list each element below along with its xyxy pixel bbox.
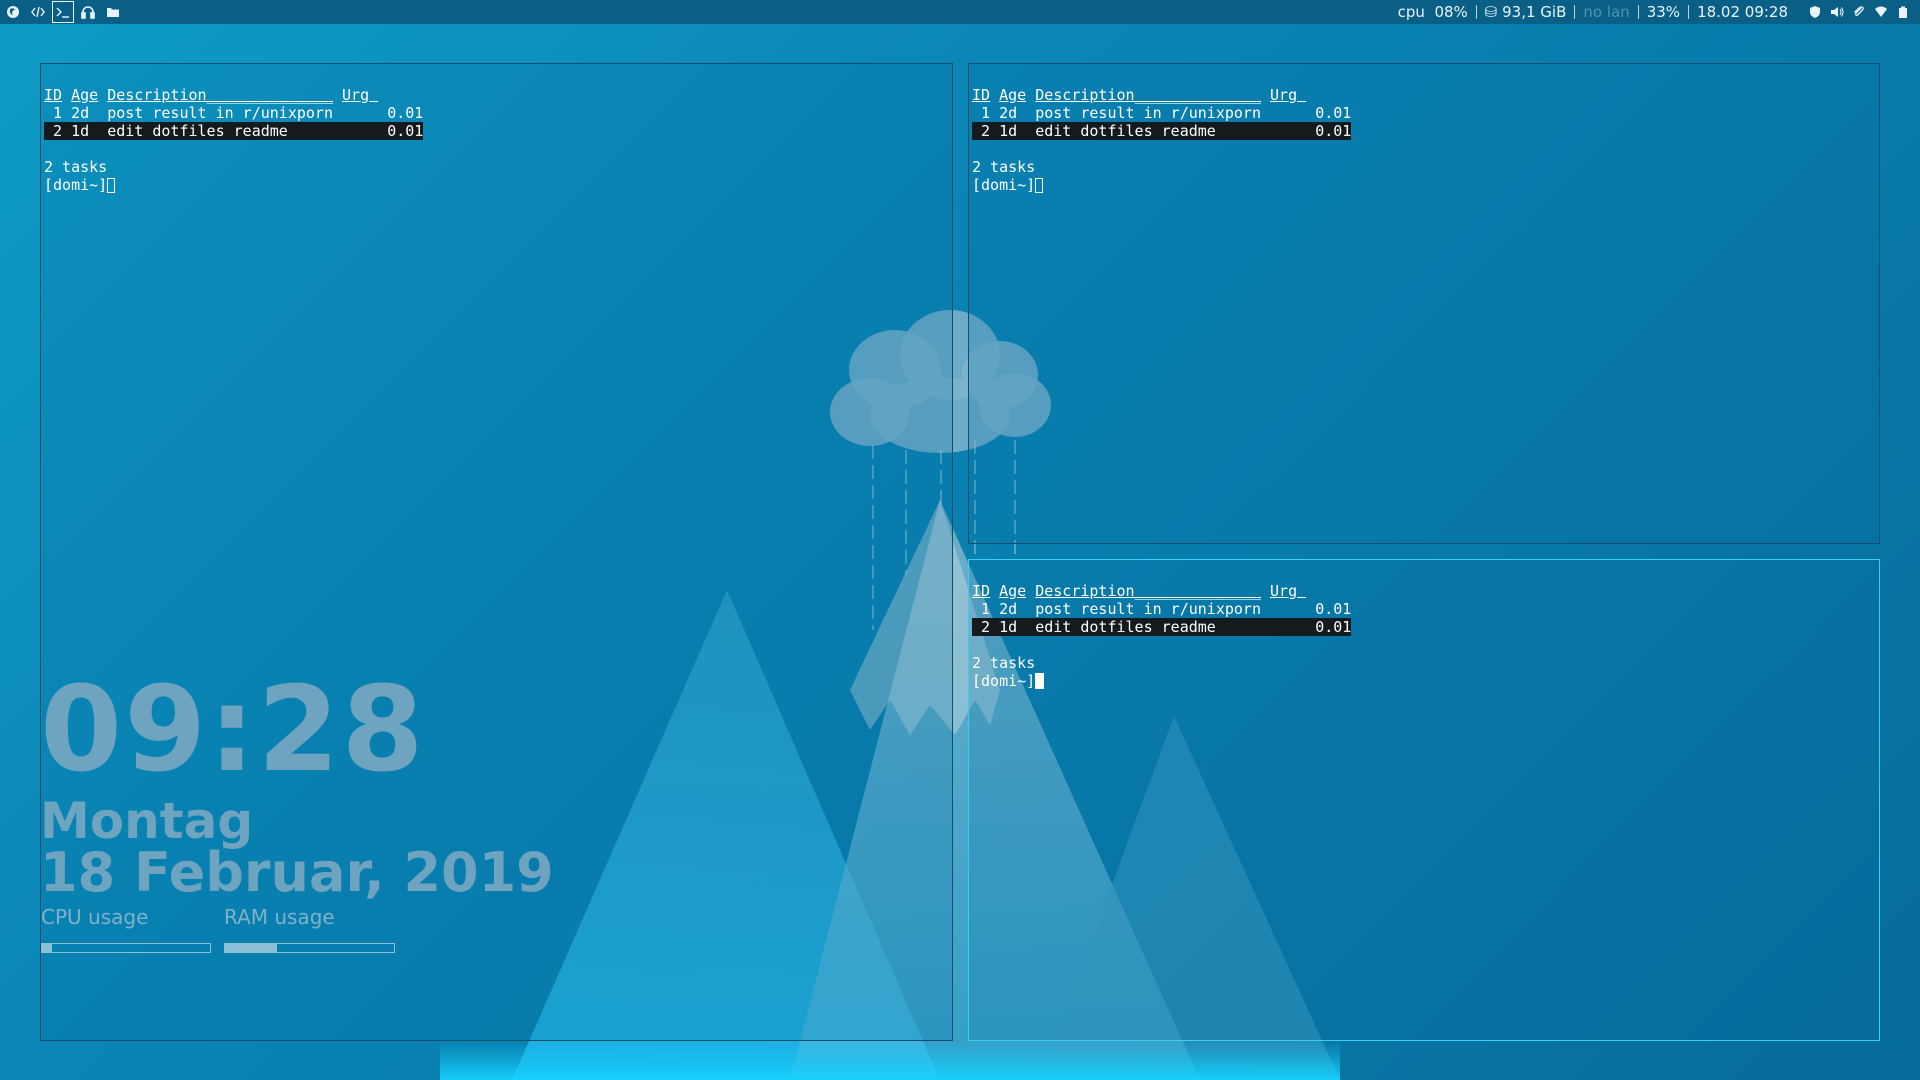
task-summary: 2 tasks: [44, 158, 108, 176]
terminal-window-bottom-right[interactable]: ID Age Description______________ Urg 1 2…: [968, 559, 1880, 1041]
terminal-window-top-right[interactable]: ID Age Description______________ Urg 1 2…: [968, 63, 1880, 544]
shell-prompt[interactable]: [domi~]: [972, 176, 1879, 194]
task-table-header: ID Age Description______________ Urg: [972, 86, 1298, 104]
system-tray: [1796, 5, 1914, 19]
task-table-header: ID Age Description______________ Urg: [972, 582, 1298, 600]
disk-status: ⛁ 93,1 GiB: [1484, 3, 1567, 21]
status-separator: [1688, 5, 1690, 19]
task-row-selected[interactable]: 2 1d edit dotfiles readme 0.01: [972, 618, 1879, 636]
task-table-header: ID Age Description______________ Urg: [44, 86, 370, 104]
clock-day: Montag: [40, 792, 254, 850]
task-row[interactable]: 1 2d post result in r/unixporn 0.01: [972, 104, 1879, 122]
clock-time: 09:28: [40, 660, 426, 798]
launcher-bar: [0, 0, 127, 24]
code-editor-icon: [31, 6, 45, 18]
task-row-selected[interactable]: 2 1d edit dotfiles readme 0.01: [972, 122, 1879, 140]
headphones-icon: [81, 6, 95, 19]
status-area: cpu 08% ⛁ 93,1 GiB no lan 33% 18.02 09:2…: [1390, 0, 1920, 24]
terminal-cursor: [1035, 178, 1044, 193]
status-separator: [1574, 5, 1576, 19]
wifi-icon[interactable]: [1874, 5, 1888, 19]
shield-icon[interactable]: [1808, 5, 1822, 19]
ram-usage-bar: [224, 943, 395, 953]
battery-status: 33%: [1646, 3, 1681, 21]
terminal-cursor: [1035, 673, 1045, 689]
conky-widget: 09:28 Montag 18 Februar, 2019: [40, 670, 554, 900]
datetime-status: 18.02 09:28: [1697, 3, 1788, 21]
terminal-cursor: [107, 178, 116, 193]
folder-icon: [107, 8, 119, 17]
status-separator: [1637, 5, 1639, 19]
paperclip-icon[interactable]: [1852, 5, 1866, 19]
firefox-launcher[interactable]: [2, 1, 24, 23]
task-row[interactable]: 1 2d post result in r/unixporn 0.01: [44, 104, 952, 122]
task-summary: 2 tasks: [972, 654, 1036, 672]
ram-usage-label: RAM usage: [224, 905, 335, 929]
terminal-icon: [56, 7, 69, 18]
music-launcher[interactable]: [77, 1, 99, 23]
volume-icon[interactable]: [1830, 5, 1844, 19]
cpu-status: cpu 08%: [1397, 3, 1468, 21]
task-row-selected[interactable]: 2 1d edit dotfiles readme 0.01: [44, 122, 952, 140]
clock-date: 18 Februar, 2019: [40, 841, 554, 904]
cpu-usage-label: CPU usage: [41, 905, 149, 929]
task-row[interactable]: 1 2d post result in r/unixporn 0.01: [972, 600, 1879, 618]
battery-icon[interactable]: [1896, 5, 1910, 19]
network-status: no lan: [1583, 3, 1630, 21]
shell-prompt[interactable]: [domi~]: [972, 672, 1879, 690]
code-editor-launcher[interactable]: [27, 1, 49, 23]
top-panel: cpu 08% ⛁ 93,1 GiB no lan 33% 18.02 09:2…: [0, 0, 1920, 24]
status-separator: [1475, 5, 1477, 19]
cpu-usage-bar: [41, 943, 211, 953]
terminal-launcher[interactable]: [52, 1, 74, 23]
task-summary: 2 tasks: [972, 158, 1036, 176]
shell-prompt[interactable]: [domi~]: [44, 176, 952, 194]
file-manager-launcher[interactable]: [102, 1, 124, 23]
firefox-icon: [7, 6, 19, 18]
